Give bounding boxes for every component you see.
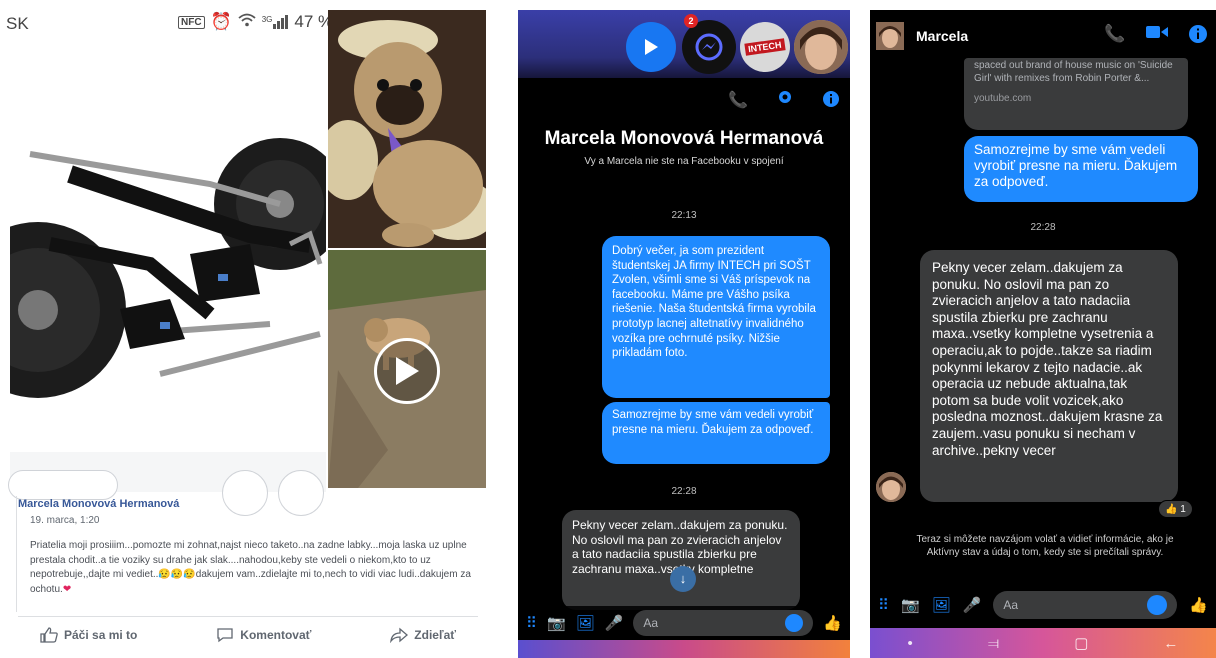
share-circle-button[interactable] <box>222 470 268 516</box>
microphone-icon[interactable]: 🎤 <box>605 614 624 632</box>
gallery-icon[interactable]: 🖼 <box>576 614 595 632</box>
status-icons: NFC ⏰ 3G 47 % <box>178 12 333 32</box>
menu-dots-icon[interactable]: ⠿ <box>878 596 889 614</box>
crying-emoji-icon: 😥😥😥 <box>158 569 196 580</box>
like-button[interactable]: Páči sa mi to <box>40 626 138 643</box>
scroll-down-button[interactable]: ↓ <box>670 566 696 592</box>
post-text: Priatelia moji prosiiim...pomozte mi zoh… <box>30 539 478 597</box>
sent-message[interactable]: Samozrejme by sme vám vedeli vyrobiť pre… <box>602 402 830 464</box>
phone-icon[interactable]: 📞 <box>1104 24 1125 49</box>
messenger-chat-head[interactable] <box>682 20 736 74</box>
facebook-post-panel: SK NFC ⏰ 3G 47 % Marcela Monovová Herman… <box>0 0 486 658</box>
sent-message[interactable]: Samozrejme by sme vám vedeli vyrobiť pre… <box>964 136 1198 202</box>
pug-photo-1[interactable] <box>328 10 486 248</box>
comment-button[interactable]: Komentovať <box>216 627 311 643</box>
link-domain: youtube.com <box>974 93 1032 104</box>
alarm-icon: ⏰ <box>210 12 232 31</box>
contact-name[interactable]: Marcela <box>916 28 968 44</box>
post-left-bar <box>16 496 17 612</box>
message-input[interactable]: Aa <box>633 610 814 636</box>
message-circle-button[interactable] <box>278 470 324 516</box>
home-button[interactable]: ▢ <box>1074 634 1088 652</box>
microphone-icon[interactable]: 🎤 <box>963 596 982 614</box>
gallery-icon[interactable]: 🖼 <box>932 596 951 614</box>
contact-name: Marcela Monovová Hermanová <box>544 128 824 149</box>
timestamp: 22:28 <box>671 486 697 497</box>
video-call-icon[interactable] <box>1145 24 1168 49</box>
chat-header-actions: 📞 <box>1104 24 1208 49</box>
comment-icon <box>217 627 233 642</box>
contact-chat-head[interactable] <box>794 20 848 74</box>
messenger-chat-panel: 2 INTECH 📞 Marcela Monovová Hermanová Vy… <box>518 10 850 658</box>
phone-icon[interactable]: 📞 <box>728 90 748 113</box>
carrier-label: SK <box>6 14 29 33</box>
composer-bar: ⠿ 📷 🖼 🎤 Aa 👍 <box>870 588 1216 622</box>
messenger-chat-panel-2: Marcela 📞 spaced out brand of house musi… <box>870 10 1216 658</box>
back-button[interactable]: ← <box>1163 635 1178 652</box>
share-button[interactable]: Zdieľať <box>390 627 456 643</box>
like-thumb-icon[interactable]: 👍 <box>823 614 842 632</box>
dot-button[interactable]: • <box>908 635 913 652</box>
message-placeholder: Aa <box>643 616 659 630</box>
notification-badge: 2 <box>684 14 698 28</box>
chat-header-actions: 📞 <box>728 90 840 113</box>
received-message[interactable]: Pekny vecer zelam..dakujem za ponuku. No… <box>562 510 800 610</box>
camera-icon[interactable]: 📷 <box>901 596 920 614</box>
contact-avatar[interactable] <box>876 22 904 50</box>
like-thumb-icon[interactable]: 👍 <box>1189 596 1208 614</box>
messenger-icon <box>695 33 723 61</box>
intech-chat-head[interactable]: INTECH <box>740 22 790 72</box>
emoji-icon[interactable] <box>785 614 804 632</box>
post-actions-bar: Páči sa mi to Komentovať Zdieľať <box>18 616 478 652</box>
like-label: Páči sa mi to <box>64 627 138 642</box>
connection-status: Vy a Marcela nie ste na Facebooku v spoj… <box>584 156 784 167</box>
pug-video-thumbnail[interactable] <box>328 250 486 488</box>
menu-dots-icon[interactable]: ⠿ <box>526 614 537 632</box>
message-input[interactable]: Aa <box>993 591 1178 619</box>
link-preview-text: spaced out brand of house music on 'Suic… <box>974 60 1173 84</box>
camera-icon[interactable]: 📷 <box>547 614 566 632</box>
play-chat-head[interactable] <box>626 22 676 72</box>
info-icon[interactable] <box>1188 24 1208 49</box>
heart-icon: ❤ <box>62 583 72 595</box>
received-message[interactable]: Pekny vecer zelam..dakujem za ponuku. No… <box>920 250 1178 502</box>
emoji-icon[interactable] <box>1147 595 1168 615</box>
message-placeholder: Aa <box>1003 598 1019 612</box>
composer-bar: ⠿ 📷 🖼 🎤 Aa 👍 <box>518 606 850 640</box>
link-preview-card[interactable]: spaced out brand of house music on 'Suic… <box>964 58 1188 130</box>
nfc-icon: NFC <box>178 15 205 29</box>
reaction-count: 1 <box>1180 504 1186 515</box>
signal-icon: 3G <box>262 15 289 29</box>
timestamp: 22:13 <box>671 210 697 221</box>
share-label: Zdieľať <box>414 627 456 642</box>
play-icon <box>396 357 419 385</box>
comment-label: Komentovať <box>240 627 312 642</box>
video-play-button[interactable] <box>374 338 440 404</box>
dog-wheelchair-photo[interactable] <box>10 124 326 452</box>
thumbs-up-icon <box>40 626 58 643</box>
share-icon <box>390 627 409 643</box>
thumbs-up-icon: 👍 <box>1165 504 1178 515</box>
intech-logo: INTECH <box>744 38 786 56</box>
post-author[interactable]: Marcela Monovová Hermanová <box>18 498 179 510</box>
wifi-icon <box>238 12 256 32</box>
sender-avatar <box>876 472 906 502</box>
recent-apps-button[interactable]: ⫤ <box>988 635 999 652</box>
reaction-pill[interactable] <box>8 470 118 500</box>
system-nav-bar <box>518 640 850 658</box>
connection-info: Teraz si môžete navzájom volať a vidieť … <box>916 534 1174 558</box>
play-icon <box>645 39 658 55</box>
post-date: 19. marca, 1:20 <box>30 515 100 526</box>
timestamp: 22:28 <box>1030 222 1056 233</box>
sent-message[interactable]: Dobrý večer, ja som prezident študentske… <box>602 236 830 398</box>
system-nav-bar: • ⫤ ▢ ← <box>870 628 1216 658</box>
info-icon[interactable] <box>822 90 840 113</box>
video-call-icon[interactable] <box>776 90 794 113</box>
reaction-badge[interactable]: 👍 1 <box>1158 500 1193 518</box>
